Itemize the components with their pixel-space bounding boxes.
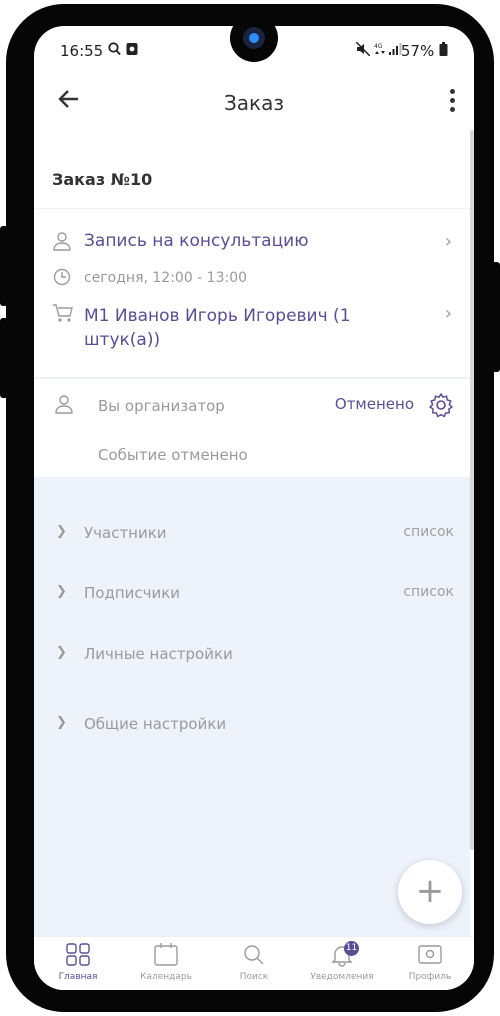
nav-notifications[interactable]: 11 Уведомления [298, 937, 386, 990]
chevron-right-icon: ❯ [56, 645, 67, 660]
section-label: Общие настройки [84, 715, 227, 733]
add-button[interactable]: + [398, 860, 462, 924]
battery-icon [439, 42, 448, 56]
svg-text:4G: 4G [374, 43, 383, 50]
nav-search[interactable]: Поиск [210, 937, 298, 990]
clock-icon [53, 268, 71, 286]
power-button [492, 262, 500, 372]
order-details: Запись на консультацию › сегодня, 12:00 … [34, 209, 470, 377]
section-general-settings[interactable]: ❯ Общие настройки [34, 705, 470, 745]
chevron-right-icon: ❯ [56, 584, 67, 599]
event-time: сегодня, 12:00 - 13:00 [84, 270, 248, 286]
event-name-link[interactable]: Запись на консультацию [84, 231, 309, 251]
section-value: список [403, 584, 454, 600]
gear-icon[interactable] [428, 392, 454, 418]
grid-icon [66, 943, 90, 966]
section-label: Участники [84, 524, 167, 542]
person-icon [55, 395, 73, 414]
more-options-icon[interactable] [450, 89, 456, 116]
chevron-right-icon[interactable]: › [445, 303, 452, 324]
battery-percent: 57% [400, 42, 435, 60]
order-title: Заказ №10 [52, 170, 153, 189]
order-status-card: Вы организатор Отменено Событие отменено [34, 378, 470, 477]
nav-calendar[interactable]: Календарь [122, 937, 210, 990]
status-badge: Отменено [334, 395, 414, 413]
status-time: 16:55 [60, 42, 104, 60]
mute-icon [355, 41, 371, 60]
section-participants[interactable]: ❯ Участники список [34, 514, 470, 554]
scrollbar[interactable] [470, 130, 474, 850]
volume-up-button [0, 226, 8, 306]
chevron-right-icon[interactable]: › [445, 231, 452, 252]
app-bar: Заказ [34, 76, 474, 130]
content-area: Заказ №10 Запись на консультацию › сегод… [34, 130, 470, 936]
profile-icon [418, 945, 442, 964]
section-label: Личные настройки [84, 645, 233, 663]
volume-down-button [0, 318, 8, 398]
section-personal-settings[interactable]: ❯ Личные настройки [34, 635, 470, 675]
page-title: Заказ [223, 91, 285, 115]
front-camera [230, 14, 278, 62]
search-status-icon [108, 42, 121, 60]
chevron-right-icon: ❯ [56, 715, 67, 730]
chevron-right-icon: ❯ [56, 524, 67, 539]
battery-status: 57% [401, 42, 448, 60]
nav-label: Календарь [140, 972, 192, 982]
bottom-navigation: Главная Календарь Поиск 11 Уведомления П… [34, 936, 474, 990]
screen: 16:55 4G 57% Заказ Заказ №10 Запись на к… [34, 26, 474, 990]
section-value: список [403, 524, 454, 540]
search-icon [244, 945, 264, 965]
notification-badge: 11 [344, 941, 359, 956]
order-header: Заказ №10 [34, 130, 470, 209]
calendar-icon [154, 943, 178, 966]
cart-icon [53, 304, 73, 322]
nav-label: Уведомления [310, 972, 374, 982]
person-icon [53, 232, 71, 251]
nav-label: Профиль [408, 972, 452, 982]
4g-icon: 4G [374, 42, 386, 60]
organizer-label: Вы организатор [98, 397, 225, 415]
nav-label: Главная [58, 972, 98, 982]
section-subscribers[interactable]: ❯ Подписчики список [34, 574, 470, 614]
event-cancelled-text: Событие отменено [98, 446, 248, 464]
order-item-link[interactable]: М1 Иванов Игорь Игоревич (1 штук(а)) [84, 304, 394, 352]
nav-profile[interactable]: Профиль [386, 937, 474, 990]
nav-label: Поиск [239, 972, 269, 982]
plus-icon: + [415, 871, 445, 911]
nav-home[interactable]: Главная [34, 937, 122, 990]
section-label: Подписчики [84, 584, 181, 602]
app-notification-icon [126, 42, 138, 60]
